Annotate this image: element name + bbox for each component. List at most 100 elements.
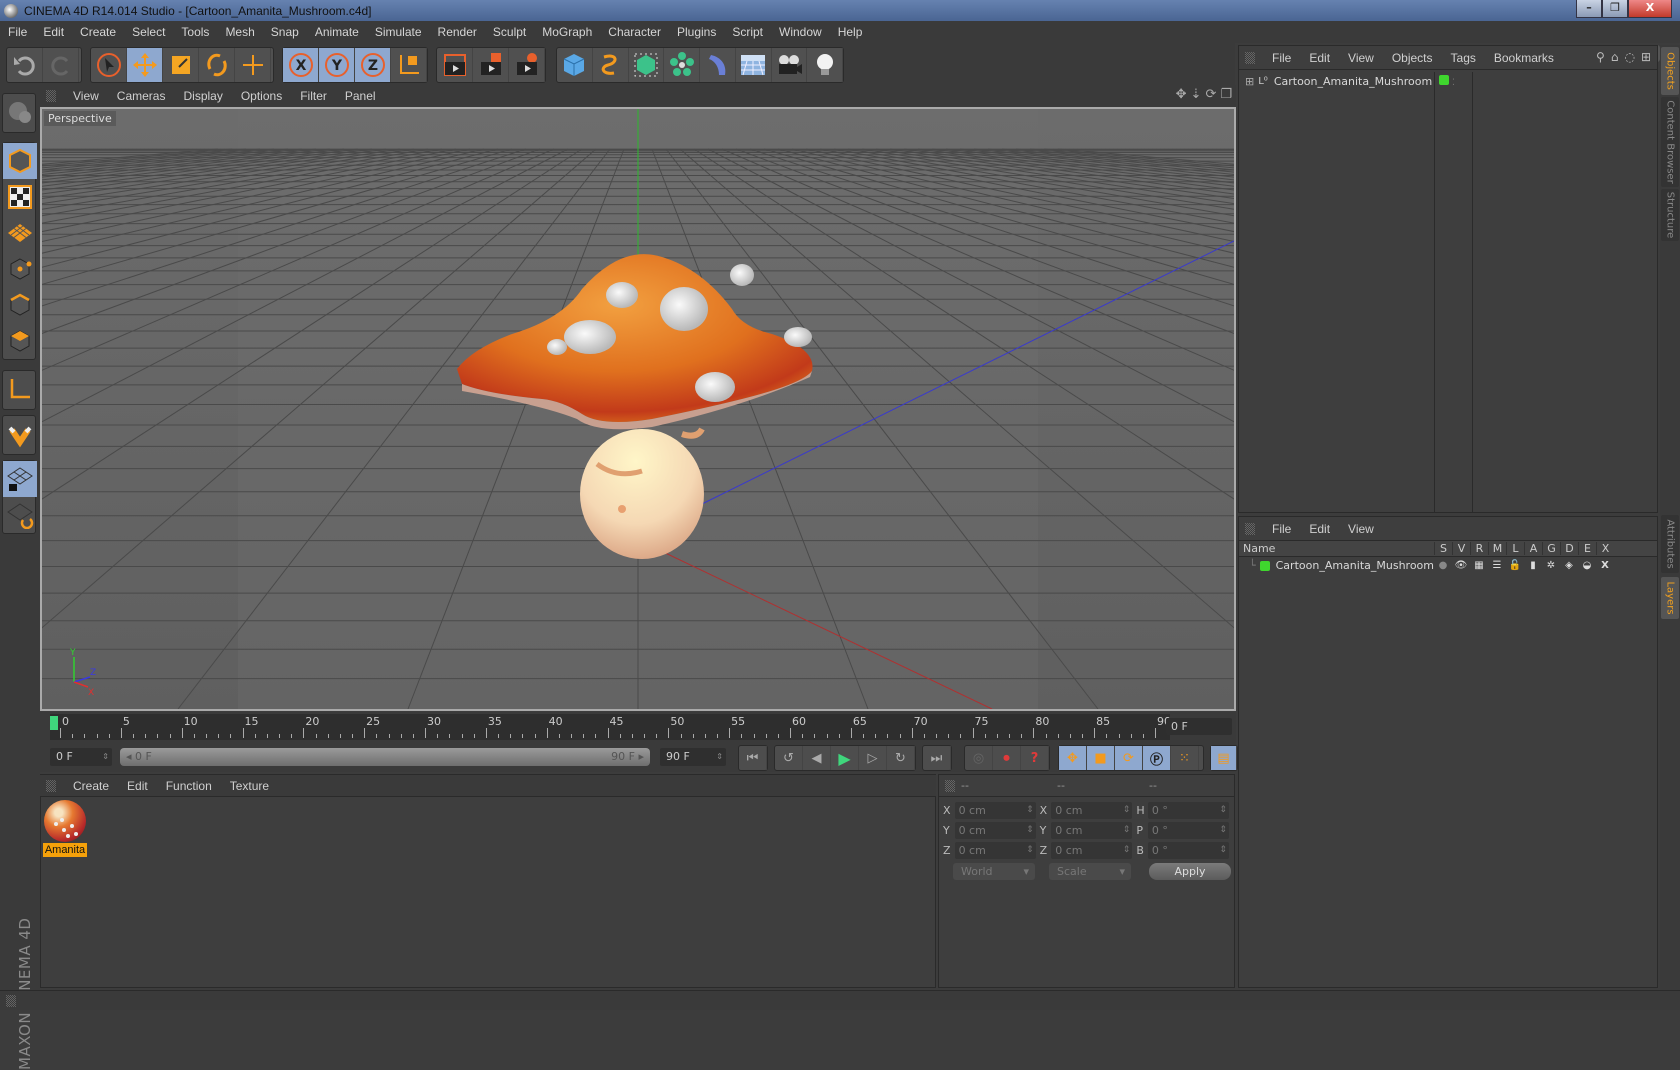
- play-button[interactable]: ▶: [831, 746, 859, 770]
- objects-menu-objects[interactable]: Objects: [1383, 51, 1442, 65]
- workplane-mode-button[interactable]: [3, 215, 37, 251]
- menu-window[interactable]: Window: [771, 25, 830, 39]
- light-button[interactable]: [807, 48, 843, 82]
- position-z-field[interactable]: 0 cm: [954, 841, 1036, 859]
- tab-content-browser[interactable]: Content Browser: [1661, 97, 1679, 187]
- floor-button[interactable]: [736, 48, 772, 82]
- add-cube-button[interactable]: [557, 48, 593, 82]
- viewport-menu-view[interactable]: View: [64, 89, 108, 103]
- menu-edit[interactable]: Edit: [35, 25, 72, 39]
- viewport-menu-display[interactable]: Display: [174, 89, 231, 103]
- preview-range-slider[interactable]: ◂ 0 F 90 F ▸: [120, 748, 650, 766]
- menu-help[interactable]: Help: [830, 25, 871, 39]
- locked-workplane-button[interactable]: [3, 461, 37, 497]
- menu-mesh[interactable]: Mesh: [217, 25, 262, 39]
- tab-attributes[interactable]: Attributes: [1661, 515, 1679, 573]
- coordinate-mode-select[interactable]: World: [953, 863, 1035, 880]
- texture-mode-button[interactable]: [3, 179, 37, 215]
- material-menu-create[interactable]: Create: [64, 779, 118, 793]
- points-mode-button[interactable]: [3, 251, 37, 287]
- objects-menu-tags[interactable]: Tags: [1442, 51, 1485, 65]
- panel-grip-icon[interactable]: [1245, 522, 1255, 535]
- 3d-viewport[interactable]: Perspective Y Z X: [40, 107, 1236, 711]
- camera-button[interactable]: [772, 48, 808, 82]
- material-menu-function[interactable]: Function: [157, 779, 221, 793]
- key-position-button[interactable]: ✥: [1059, 746, 1087, 770]
- object-row[interactable]: ⊞ L⁰ Cartoon_Amanita_Mushroom: [1239, 72, 1434, 90]
- previous-key-button[interactable]: ↺: [775, 746, 803, 770]
- start-frame-field[interactable]: 0 F ⇕: [50, 748, 112, 766]
- planar-workplane-button[interactable]: [3, 497, 37, 533]
- viewport-menu-options[interactable]: Options: [232, 89, 291, 103]
- panel-grip-icon[interactable]: [46, 779, 56, 792]
- objects-menu-file[interactable]: File: [1263, 51, 1300, 65]
- record-active-objects-button[interactable]: ◎: [965, 746, 993, 770]
- tab-structure[interactable]: Structure: [1661, 189, 1679, 241]
- world-coordinates-button[interactable]: [391, 48, 427, 82]
- axis-mode-button[interactable]: [3, 371, 37, 407]
- apply-button[interactable]: Apply: [1149, 863, 1231, 880]
- size-y-field[interactable]: 0 cm: [1051, 821, 1133, 839]
- position-x-field[interactable]: 0 cm: [954, 801, 1036, 819]
- tab-objects[interactable]: Objects: [1661, 47, 1679, 95]
- timeline-ruler[interactable]: 0 5 10 15 20 25 30 35 40 45 50 55 60 65 70 75 80 85 90: [50, 714, 1171, 740]
- material-menu-texture[interactable]: Texture: [221, 779, 278, 793]
- array-button[interactable]: [664, 48, 700, 82]
- rotate-tool-button[interactable]: [199, 48, 235, 82]
- keyframe-selection-button[interactable]: ?: [1021, 746, 1049, 770]
- go-to-end-button[interactable]: ⏭: [923, 746, 951, 770]
- rotation-h-field[interactable]: 0 °: [1147, 801, 1229, 819]
- object-name[interactable]: Cartoon_Amanita_Mushroom: [1274, 75, 1432, 88]
- menu-plugins[interactable]: Plugins: [669, 25, 724, 39]
- menu-file[interactable]: File: [0, 25, 35, 39]
- new-panel-icon[interactable]: ⊞: [1641, 50, 1651, 64]
- render-clapper-icon[interactable]: ▦: [1470, 560, 1488, 571]
- panel-grip-icon[interactable]: [1245, 51, 1255, 64]
- y-axis-lock-button[interactable]: Y: [319, 48, 355, 82]
- generator-icon[interactable]: ✲: [1542, 560, 1560, 571]
- viewport-menu-cameras[interactable]: Cameras: [108, 89, 175, 103]
- render-to-picture-viewer-button[interactable]: [473, 48, 509, 82]
- menu-character[interactable]: Character: [600, 25, 669, 39]
- viewport-menu-panel[interactable]: Panel: [336, 89, 385, 103]
- menu-animate[interactable]: Animate: [307, 25, 367, 39]
- menu-sculpt[interactable]: Sculpt: [485, 25, 534, 39]
- previous-frame-button[interactable]: ◀: [803, 746, 831, 770]
- panel-grip-icon[interactable]: [945, 779, 955, 792]
- restore-button[interactable]: ❐: [1602, 0, 1628, 18]
- current-frame-field[interactable]: 0 F: [1166, 718, 1232, 735]
- dolly-view-icon[interactable]: ⇣: [1191, 87, 1202, 102]
- x-axis-lock-button[interactable]: X: [283, 48, 319, 82]
- menu-select[interactable]: Select: [124, 25, 173, 39]
- menu-tools[interactable]: Tools: [173, 25, 217, 39]
- menu-create[interactable]: Create: [72, 25, 124, 39]
- close-button[interactable]: X: [1628, 0, 1672, 18]
- manager-tree-icon[interactable]: ☰: [1488, 560, 1506, 571]
- tab-layers[interactable]: Layers: [1661, 577, 1679, 619]
- make-editable-button[interactable]: [3, 94, 37, 130]
- viewport-menu-filter[interactable]: Filter: [291, 89, 336, 103]
- spline-pen-button[interactable]: [593, 48, 629, 82]
- menu-snap[interactable]: Snap: [263, 25, 307, 39]
- model-mode-button[interactable]: [3, 143, 37, 179]
- transform-mode-select[interactable]: Scale: [1049, 863, 1131, 880]
- deformer-button[interactable]: [700, 48, 736, 82]
- live-selection-button[interactable]: [91, 48, 127, 82]
- end-frame-field[interactable]: 90 F ⇕: [660, 748, 726, 766]
- pan-view-icon[interactable]: ✥: [1176, 87, 1187, 102]
- edges-mode-button[interactable]: [3, 287, 37, 323]
- size-x-field[interactable]: 0 cm: [1051, 801, 1133, 819]
- go-to-start-button[interactable]: ⏮: [739, 746, 767, 770]
- home-icon[interactable]: ⌂: [1611, 50, 1619, 64]
- visibility-dots-icon[interactable]: ⁚: [1452, 78, 1455, 88]
- subdivision-surface-button[interactable]: [629, 48, 665, 82]
- panel-grip-icon[interactable]: [46, 90, 56, 102]
- redo-button[interactable]: [43, 48, 79, 82]
- toggle-panel-icon[interactable]: ❐: [1220, 87, 1232, 102]
- animation-film-icon[interactable]: ▮: [1524, 560, 1542, 571]
- xref-icon[interactable]: X: [1596, 560, 1614, 571]
- layer-row[interactable]: └ Cartoon_Amanita_Mushroom ● 👁 ▦ ☰ 🔓 ▮ ✲…: [1239, 557, 1657, 574]
- search-icon[interactable]: ⚲: [1596, 50, 1605, 64]
- layers-menu-edit[interactable]: Edit: [1300, 522, 1339, 536]
- layer-color-swatch[interactable]: ⁚: [1439, 75, 1455, 88]
